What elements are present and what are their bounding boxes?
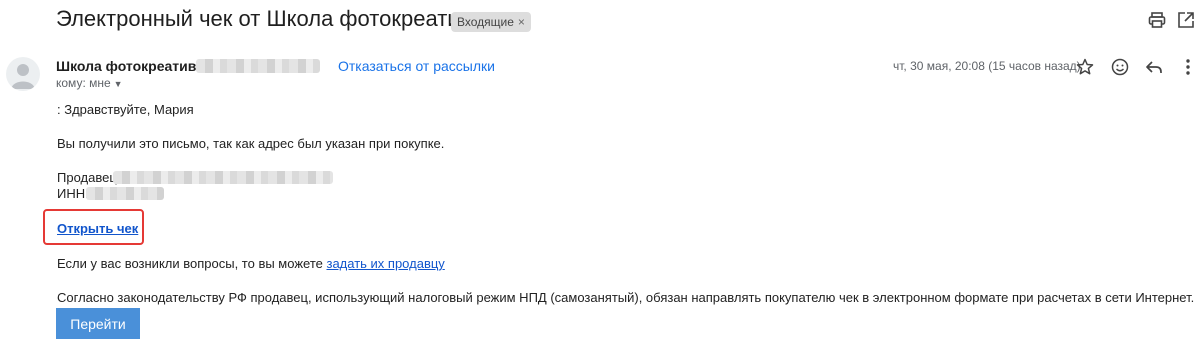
remove-label-icon[interactable]: × <box>518 15 525 29</box>
go-button[interactable]: Перейти <box>56 308 140 339</box>
ask-seller-link[interactable]: задать их продавцу <box>326 256 444 271</box>
questions-line: Если у вас возникли вопросы, то вы может… <box>57 256 445 271</box>
inbox-label-chip[interactable]: Входящие × <box>451 12 531 32</box>
questions-text: Если у вас возникли вопросы, то вы может… <box>57 256 327 271</box>
recipient-line[interactable]: кому: мне ▼ <box>56 76 123 90</box>
inbox-label-text: Входящие <box>457 15 514 29</box>
inn-value-redacted <box>86 187 164 200</box>
print-icon[interactable] <box>1147 10 1167 30</box>
avatar-icon[interactable] <box>6 57 40 91</box>
star-icon[interactable] <box>1075 57 1095 77</box>
inn-label: ИНН: <box>57 186 89 201</box>
recipient-text: кому: мне <box>56 76 111 90</box>
sender-email-redacted <box>196 59 320 73</box>
emoji-icon[interactable] <box>1110 57 1130 77</box>
reply-icon[interactable] <box>1144 57 1164 77</box>
open-in-new-window-icon[interactable] <box>1176 10 1196 30</box>
email-date: чт, 30 мая, 20:08 (15 часов назад) <box>893 59 1081 73</box>
sender-name: Школа фотокреатива т <box>56 58 215 74</box>
email-subject: Электронный чек от Школа фотокреатива т <box>56 6 500 31</box>
seller-name-redacted <box>113 171 333 184</box>
unsubscribe-link[interactable]: Отказаться от рассылки <box>338 58 495 74</box>
law-text: Согласно законодательству РФ продавец, и… <box>57 290 1195 305</box>
reason-text: Вы получили это письмо, так как адрес бы… <box>57 136 445 151</box>
seller-label: Продавец: <box>57 170 121 185</box>
caret-down-icon[interactable]: ▼ <box>114 79 123 89</box>
greeting-text: : Здравствуйте, Мария <box>57 102 194 117</box>
more-vert-icon[interactable] <box>1178 57 1198 77</box>
open-check-link[interactable]: Открыть чек <box>57 221 138 236</box>
